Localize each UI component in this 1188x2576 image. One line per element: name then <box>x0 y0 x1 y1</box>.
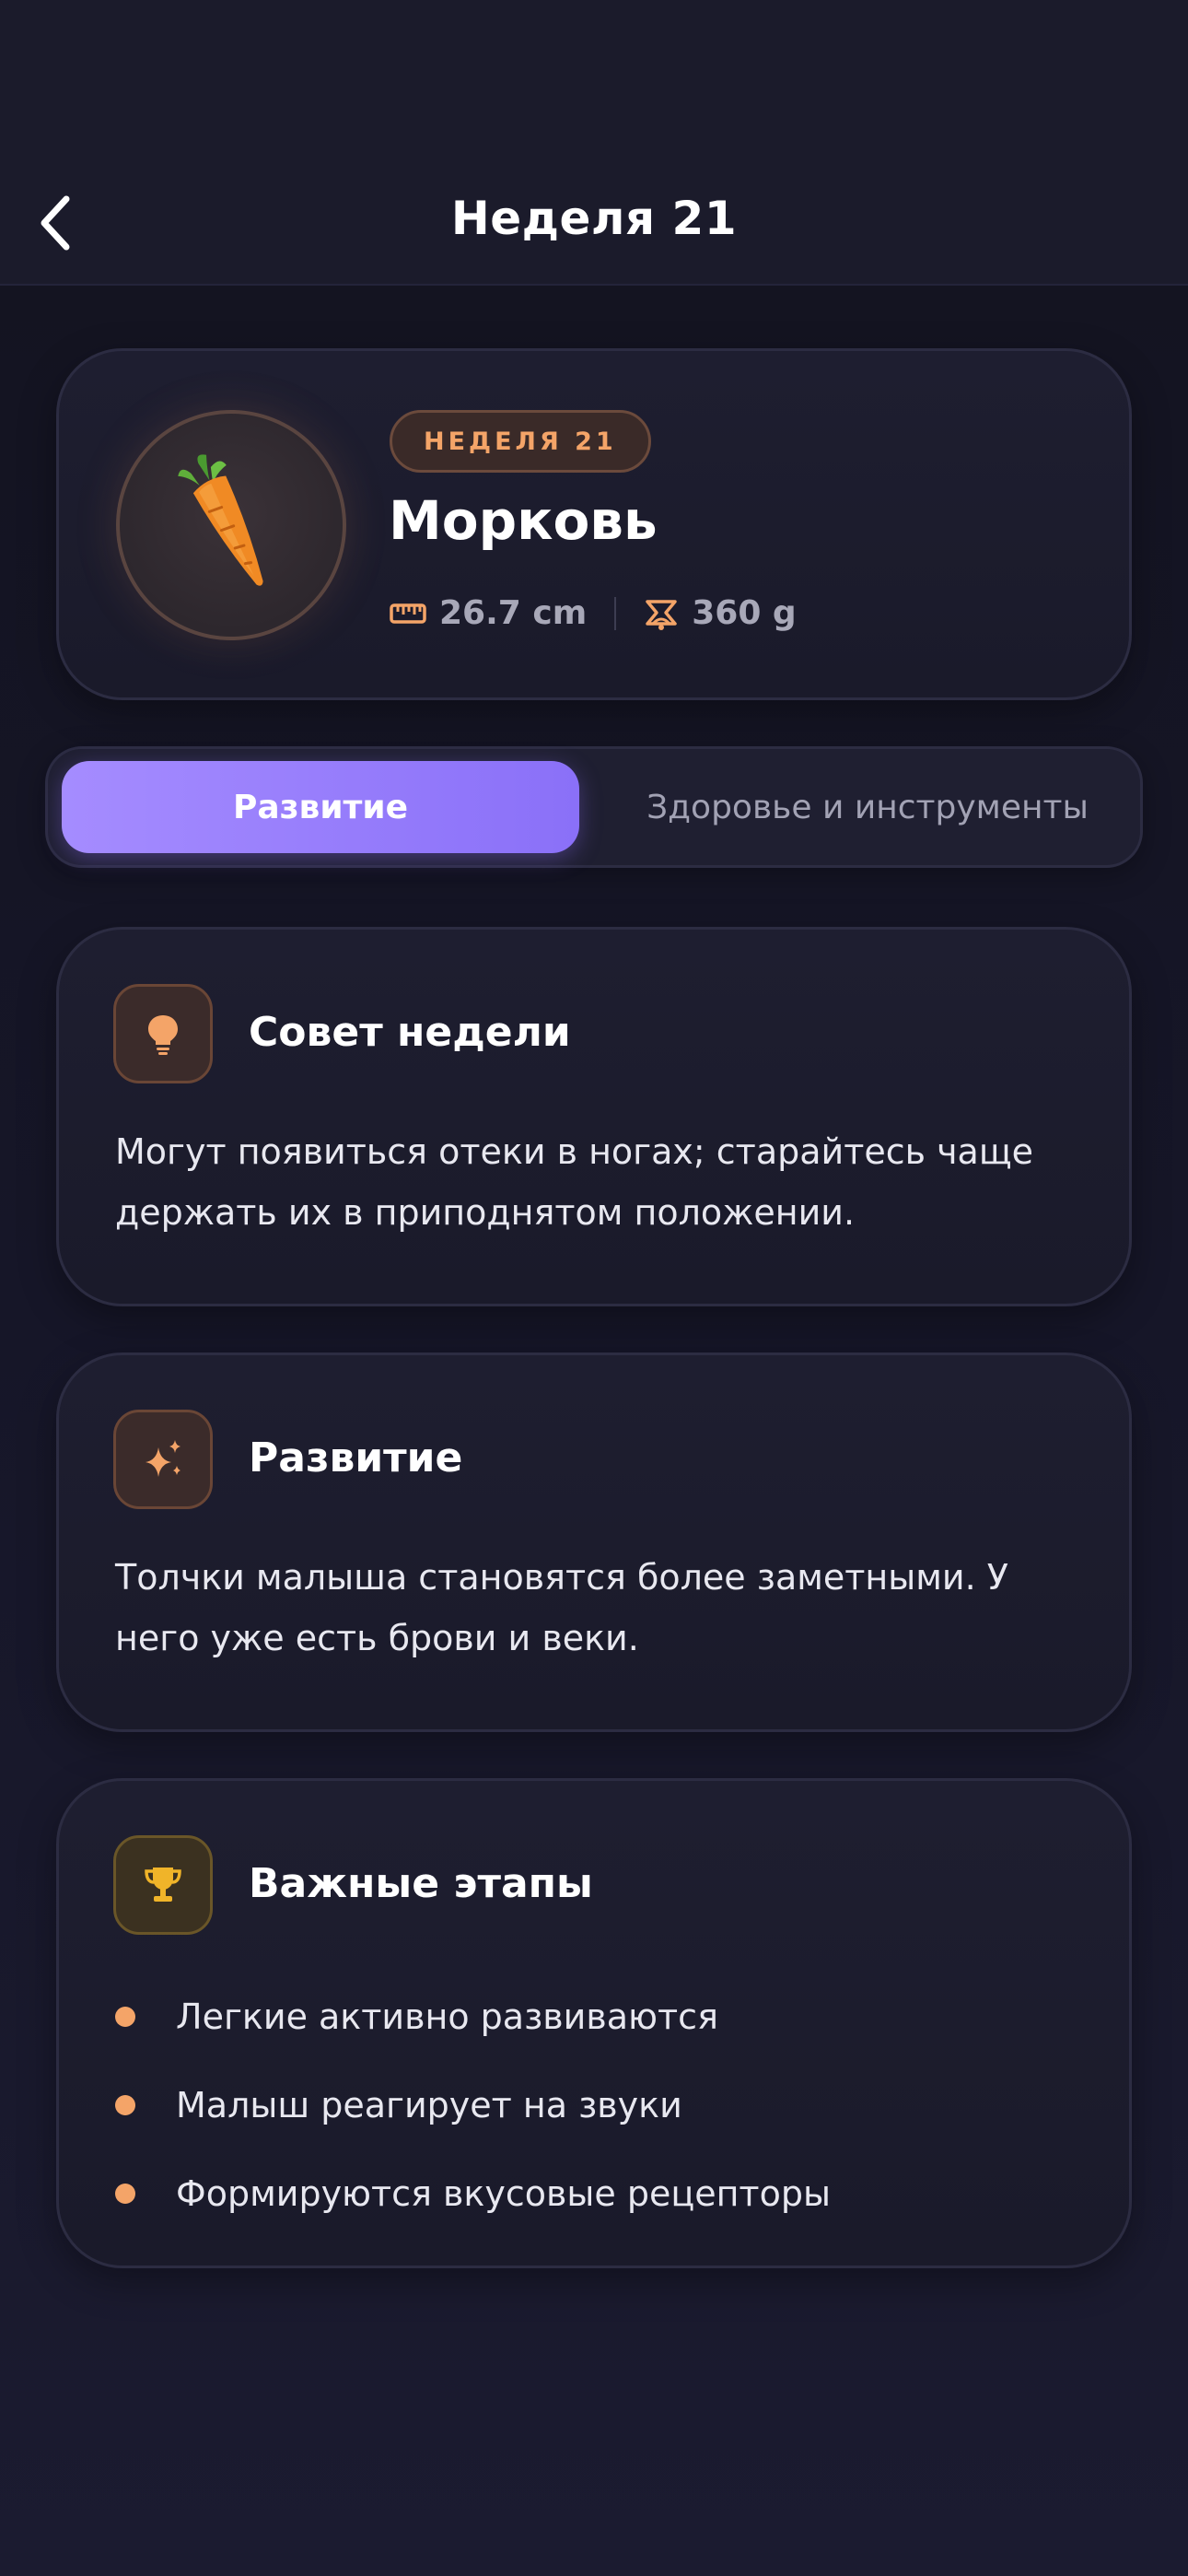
weight-value: 360 g <box>692 594 797 632</box>
trophy-icon <box>145 1868 181 1902</box>
ruler-icon <box>390 603 426 624</box>
development-text: Толчки малыша становятся более заметными… <box>115 1557 1008 1658</box>
tab-development[interactable]: Развитие <box>62 761 579 853</box>
length-stat: 26.7 cm <box>390 594 587 632</box>
week-summary-card: НЕДЕЛЯ 21 Морковь 26.7 cm 360 g <box>56 348 1132 700</box>
tab-health-and-tools[interactable]: Здоровье и инструменты <box>610 761 1125 853</box>
fruit-name: Морковь <box>389 489 658 552</box>
page-title: Неделя 21 <box>450 192 738 245</box>
milestones-icon-box <box>113 1835 213 1935</box>
milestone-text: Легкие активно развиваются <box>176 1996 718 2037</box>
section-tabs: Развитие Здоровье и инструменты <box>45 746 1143 868</box>
development-card: Развитие Толчки малыша становятся более … <box>56 1352 1132 1732</box>
top-navigation-bar: Неделя 21 <box>0 0 1188 286</box>
milestones-card: Важные этапы Легкие активно развиваются … <box>56 1778 1132 2268</box>
length-value: 26.7 cm <box>439 594 588 632</box>
list-item: Легкие активно развиваются <box>115 1973 831 2061</box>
list-item: Малыш реагирует на звуки <box>115 2061 831 2149</box>
development-icon-box <box>113 1410 213 1509</box>
week-badge: НЕДЕЛЯ 21 <box>390 410 651 473</box>
size-stats: 26.7 cm 360 g <box>390 594 797 632</box>
milestones-title: Важные этапы <box>249 1860 593 1907</box>
tip-of-week-card: Совет недели Могут появиться отеки в ног… <box>56 927 1132 1306</box>
fruit-avatar <box>116 410 346 640</box>
bullet-dot <box>115 2184 135 2204</box>
tip-title: Совет недели <box>249 1009 571 1056</box>
tip-icon-box <box>113 984 213 1083</box>
scale-icon <box>646 599 677 630</box>
list-item: Формируются вкусовые рецепторы <box>115 2149 831 2238</box>
sparkles-icon <box>146 1440 181 1477</box>
weight-stat: 360 g <box>644 594 797 632</box>
bullet-dot <box>115 2007 135 2027</box>
bullet-dot <box>115 2095 135 2115</box>
tip-text: Могут появиться отеки в ногах; старайтес… <box>115 1131 1033 1233</box>
lightbulb-icon <box>148 1015 178 1055</box>
milestones-list: Легкие активно развиваются Малыш реагиру… <box>115 1973 831 2238</box>
stat-divider <box>614 596 617 630</box>
development-title: Развитие <box>249 1434 463 1481</box>
milestone-text: Формируются вкусовые рецепторы <box>176 2173 831 2214</box>
milestone-text: Малыш реагирует на звуки <box>176 2085 682 2125</box>
carrot-icon <box>178 454 263 586</box>
